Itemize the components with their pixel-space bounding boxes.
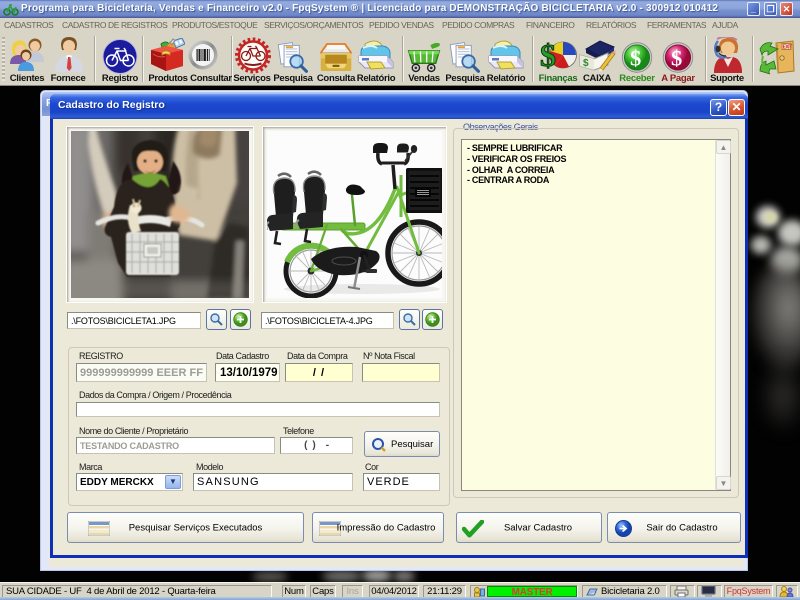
- svg-text:$: $: [540, 37, 556, 73]
- svg-text:EXIT: EXIT: [783, 45, 793, 51]
- svg-text:$: $: [583, 58, 589, 69]
- svg-text:$: $: [671, 45, 682, 70]
- svg-text:$: $: [630, 45, 641, 70]
